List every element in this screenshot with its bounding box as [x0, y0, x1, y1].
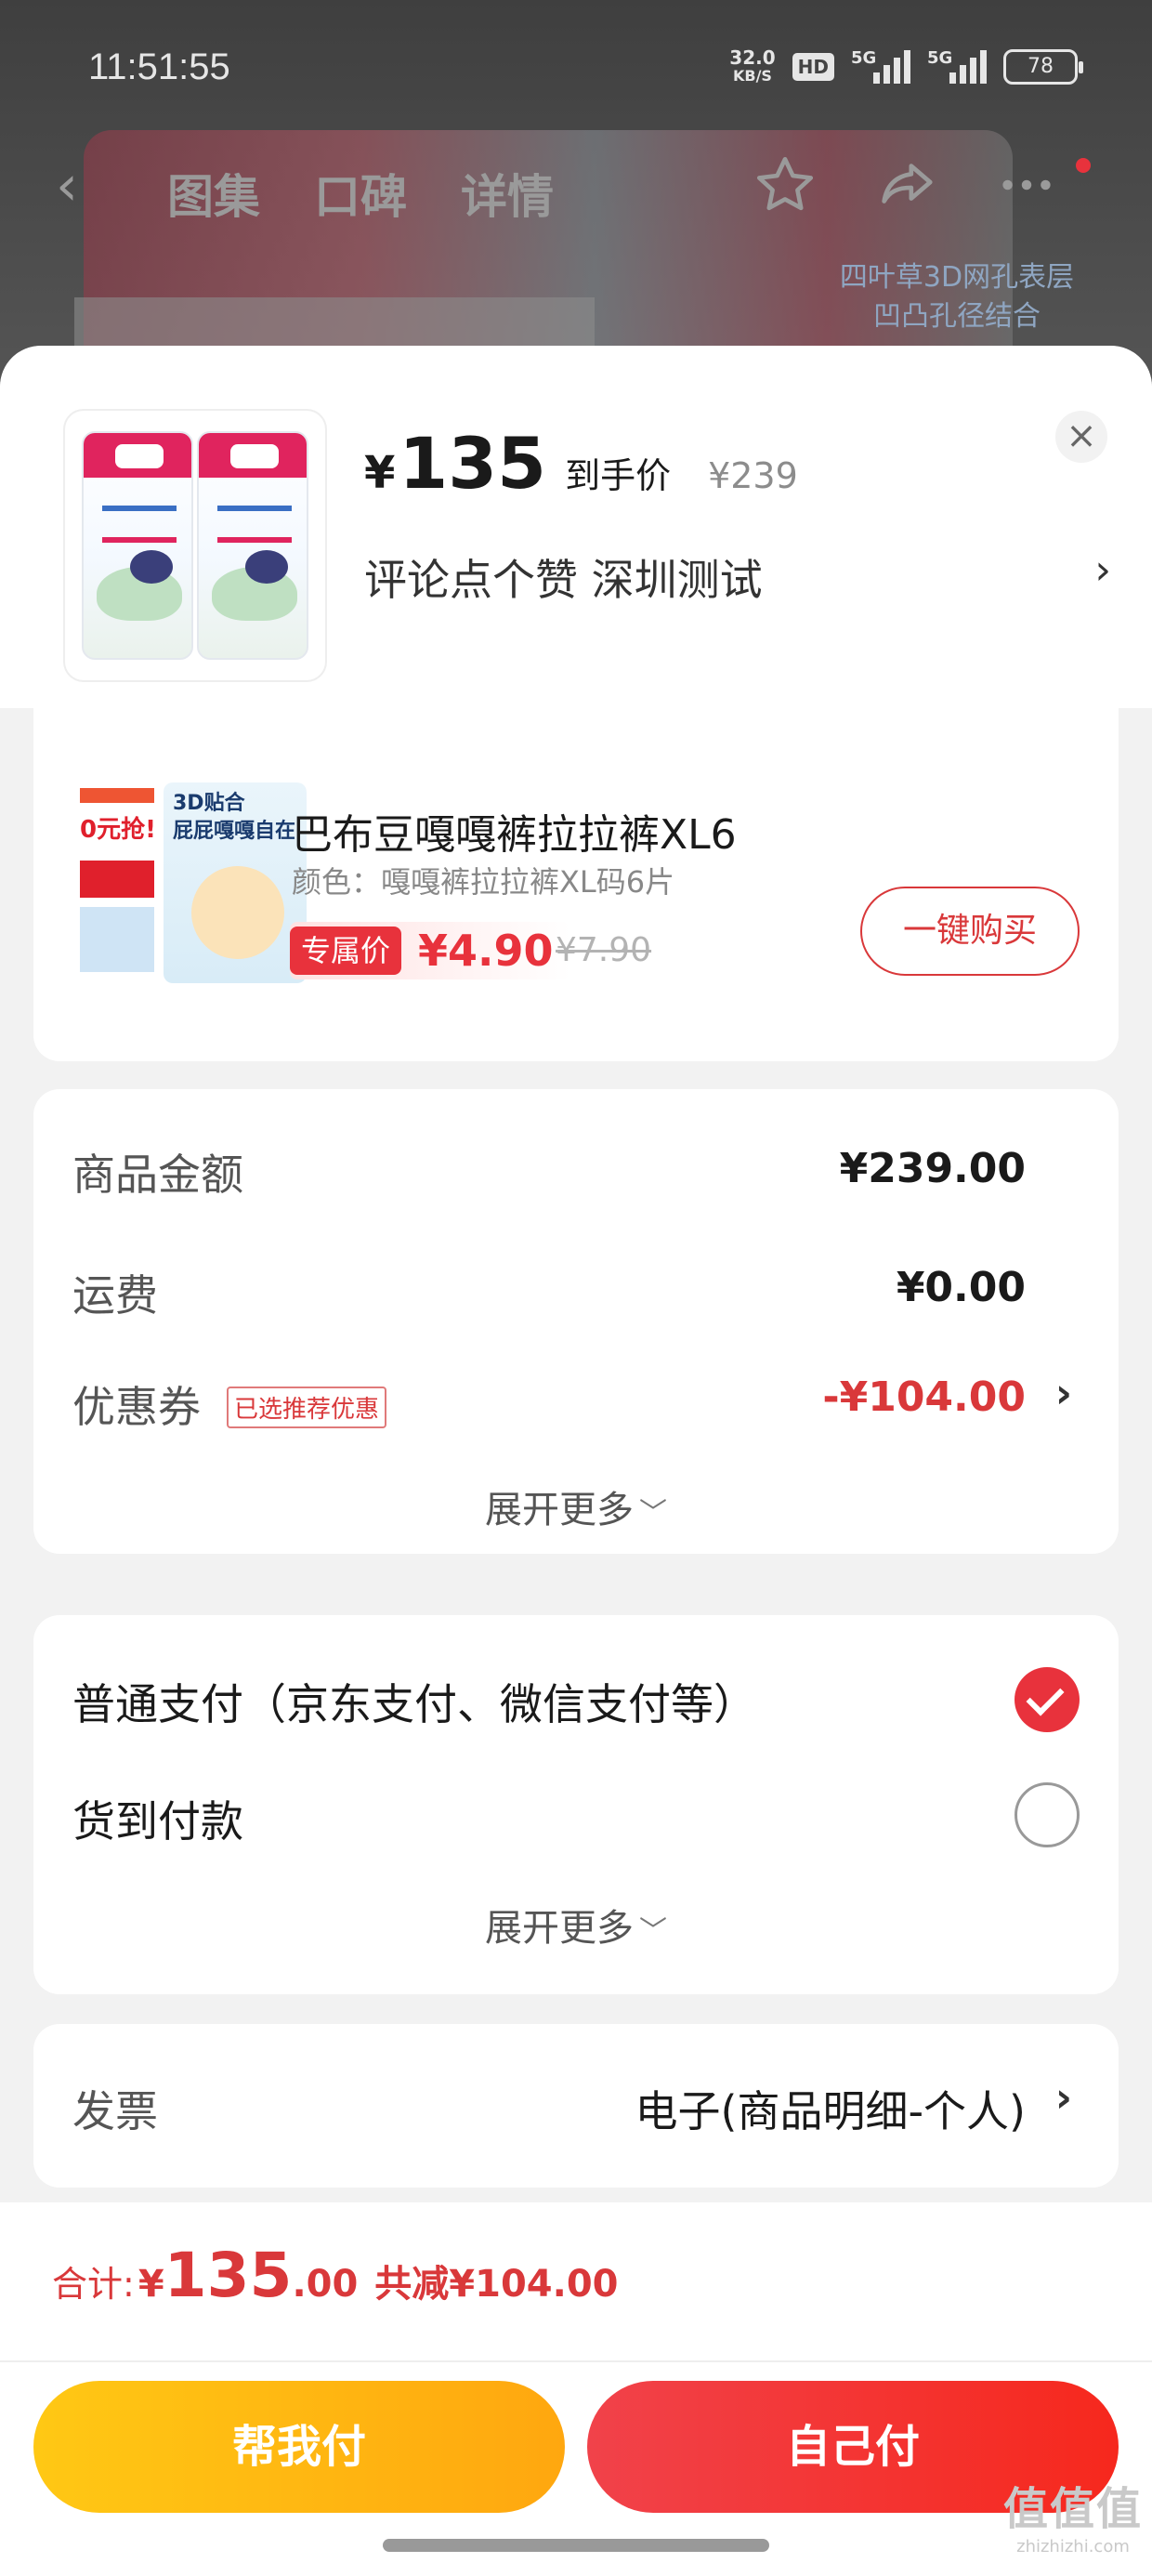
invoice-card[interactable]: 发票 电子(商品明细-个人) ›: [33, 2024, 1119, 2188]
chevron-right-icon[interactable]: ›: [1094, 546, 1111, 594]
hd-icon: HD: [792, 53, 834, 81]
amount-summary-card: 商品金额 ¥239.00 运费 ¥0.00 优惠券 已选推荐优惠 -¥104.0…: [33, 1089, 1119, 1554]
total-savings: 共减¥104.00: [374, 2263, 619, 2306]
product-thumbnail: [65, 411, 325, 680]
chevron-right-icon[interactable]: ›: [1055, 2074, 1072, 2122]
recommendation-original-price: ¥7.90: [556, 931, 652, 969]
payment-option-normal[interactable]: 普通支付（京东支付、微信支付等）: [72, 1671, 756, 1732]
sheet-header: ¥ 135 到手价 ¥239 × 评论点个赞 深圳测试 ›: [0, 346, 1152, 708]
close-icon[interactable]: ×: [1055, 411, 1107, 463]
coupon-value[interactable]: -¥104.00: [822, 1373, 1026, 1421]
final-price-row: ¥ 135 到手价 ¥239: [364, 422, 798, 505]
notification-dot: [1076, 158, 1091, 173]
invoice-value[interactable]: 电子(商品明细-个人): [635, 2078, 1027, 2139]
expand-more-payment[interactable]: 展开更多 ﹀: [33, 1898, 1119, 1952]
share-icon[interactable]: [873, 152, 938, 217]
chevron-down-icon: ﹀: [639, 1915, 667, 1948]
original-price: ¥239: [708, 455, 798, 496]
battery-icon: 78: [1003, 49, 1083, 85]
star-icon[interactable]: [753, 152, 818, 217]
tab-details[interactable]: 详情: [461, 160, 554, 227]
expand-more-amount[interactable]: 展开更多 ﹀: [33, 1479, 1119, 1533]
invoice-label: 发票: [72, 2086, 158, 2136]
total-label: 合计:: [52, 2264, 135, 2305]
checkout-bottom-bar: 合计: ¥ 135 .00 共减¥104.00 帮我付 自己付 值值值 zhiz…: [0, 2202, 1152, 2576]
checkbox-unchecked-icon[interactable]: [1015, 1782, 1080, 1847]
recommendation-thumbnail[interactable]: 0元抢! 3D贴合 屁屁嘎嘎自在: [74, 782, 307, 983]
watermark: 值值值 zhizhizhi.com: [1003, 2483, 1144, 2556]
checkout-sheet: 0元抢! 3D贴合 屁屁嘎嘎自在 巴布豆嘎嘎裤拉拉裤XL6 颜色：嘎嘎裤拉拉裤X…: [0, 346, 1152, 2576]
chevron-down-icon: ﹀: [639, 1497, 667, 1530]
signal-icon: 5G: [851, 48, 910, 84]
tab-gallery[interactable]: 图集: [167, 160, 260, 227]
status-bar: 11:51:55 32.0 KB/S HD 5G 5G 78: [0, 0, 1152, 139]
background-promo-text: 四叶草3D网孔表层 凹凸孔径结合: [839, 261, 1075, 333]
shipping-label: 运费: [72, 1270, 158, 1321]
goods-amount-value: ¥239.00: [839, 1145, 1026, 1192]
more-icon[interactable]: [994, 152, 1059, 217]
back-icon[interactable]: ‹: [56, 158, 78, 214]
signal-icon-2: 5G: [927, 48, 987, 84]
final-price-label: 到手价: [565, 455, 672, 496]
selected-spec[interactable]: 评论点个赞 深圳测试: [364, 546, 763, 608]
goods-amount-label: 商品金额: [72, 1150, 243, 1200]
status-time: 11:51:55: [88, 46, 230, 87]
divider: [0, 2360, 1152, 2362]
recommendation-card: 0元抢! 3D贴合 屁屁嘎嘎自在 巴布豆嘎嘎裤拉拉裤XL6 颜色：嘎嘎裤拉拉裤X…: [33, 699, 1119, 1061]
home-indicator[interactable]: [383, 2539, 769, 2552]
checkbox-checked-icon[interactable]: [1015, 1667, 1080, 1732]
help-me-pay-button[interactable]: 帮我付: [33, 2381, 565, 2513]
exclusive-price: ¥4.90: [418, 926, 554, 976]
status-icons: 32.0 KB/S HD 5G 5G 78: [729, 46, 1083, 85]
one-click-buy-button[interactable]: 一键购买: [860, 887, 1080, 976]
total-row: 合计: ¥ 135 .00 共减¥104.00: [52, 2240, 619, 2311]
final-price: 135: [399, 422, 547, 505]
background-page: 11:51:55 32.0 KB/S HD 5G 5G 78 ‹ 图集 口碑 详…: [0, 0, 1152, 390]
shipping-value: ¥0.00: [896, 1264, 1026, 1311]
tab-reviews[interactable]: 口碑: [314, 160, 407, 227]
exclusive-price-tag: 专属价: [290, 927, 402, 975]
recommendation-spec: 颜色：嘎嘎裤拉拉裤XL码6片: [292, 864, 675, 900]
chevron-right-icon[interactable]: ›: [1055, 1370, 1072, 1417]
recommendation-name[interactable]: 巴布豆嘎嘎裤拉拉裤XL6: [292, 801, 737, 861]
coupon-label: 优惠券: [72, 1382, 201, 1432]
payment-method-card: 普通支付（京东支付、微信支付等） 货到付款 展开更多 ﹀: [33, 1615, 1119, 1994]
coupon-recommended-badge: 已选推荐优惠: [227, 1387, 387, 1428]
recommendation-price: 专属价 ¥4.90: [290, 922, 570, 979]
net-speed: 32.0 KB/S: [729, 46, 776, 85]
product-tabs: 图集 口碑 详情: [167, 160, 554, 227]
payment-option-cod[interactable]: 货到付款: [72, 1788, 243, 1849]
nav-actions: [753, 152, 1059, 217]
total-amount: 135: [164, 2240, 293, 2311]
product-top-nav: ‹ 图集 口碑 详情: [0, 149, 1152, 232]
